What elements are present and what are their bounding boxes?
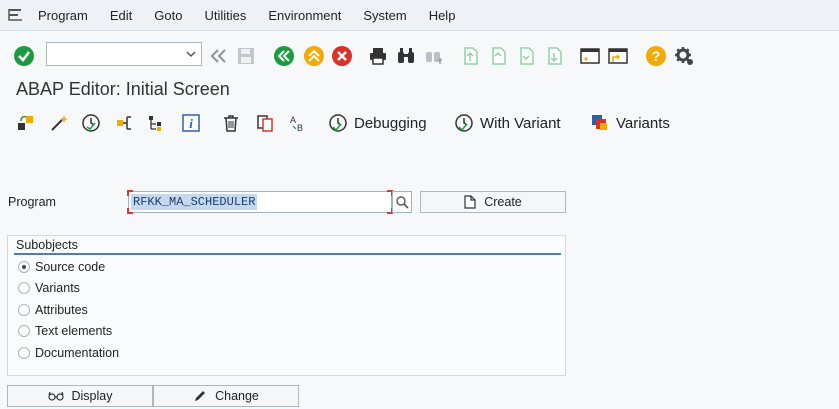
with-variant-button[interactable]: With Variant (454, 112, 561, 134)
settings-gear-icon[interactable] (672, 39, 696, 73)
display-label: Display (71, 389, 113, 403)
debugging-button[interactable]: Debugging (328, 112, 427, 134)
first-page-icon[interactable] (458, 39, 482, 73)
subobjects-title: Subobjects (16, 238, 78, 252)
menu-utilities[interactable]: Utilities (204, 8, 246, 23)
magic-wand-icon[interactable] (48, 112, 70, 134)
new-document-icon (464, 195, 476, 209)
info-icon[interactable]: i (180, 112, 202, 134)
menu-bar: Program Edit Goto Utilities Environment … (0, 0, 839, 31)
find-icon[interactable] (394, 39, 418, 73)
find-next-icon[interactable] (422, 39, 446, 73)
radio-text-elements[interactable]: Text elements (18, 324, 112, 338)
glasses-icon (47, 391, 64, 401)
menu-toggle-icon[interactable] (8, 8, 30, 22)
back-history-icon[interactable] (206, 39, 232, 73)
command-field[interactable] (46, 42, 202, 66)
menu-help[interactable]: Help (429, 8, 456, 23)
variants-icon (592, 115, 607, 130)
search-icon (396, 196, 409, 209)
delete-trash-icon[interactable] (220, 112, 242, 134)
object-list-icon[interactable] (146, 112, 168, 134)
display-button[interactable]: Display (7, 385, 153, 407)
program-input[interactable]: RFKK_MA_SCHEDULER (127, 190, 393, 214)
change-button[interactable]: Change (153, 385, 299, 407)
radio-button[interactable] (18, 261, 30, 273)
focus-corner (127, 190, 133, 196)
radio-button[interactable] (18, 347, 30, 359)
svg-text:B: B (297, 123, 303, 133)
previous-page-icon[interactable] (486, 39, 510, 73)
program-label: Program (8, 195, 56, 209)
menu-environment[interactable]: Environment (268, 8, 341, 23)
print-icon[interactable] (366, 39, 390, 73)
back-icon[interactable] (272, 39, 296, 73)
radio-label: Variants (35, 281, 80, 295)
value-help-button[interactable] (392, 191, 412, 213)
save-icon[interactable] (234, 39, 258, 73)
menu-system[interactable]: System (363, 8, 406, 23)
with-variant-icon (455, 114, 473, 132)
focus-corner (127, 208, 133, 214)
radio-button[interactable] (18, 304, 30, 316)
create-label: Create (484, 195, 522, 209)
copy-icon[interactable] (254, 112, 276, 134)
svg-text:?: ? (652, 48, 661, 64)
radio-button[interactable] (18, 282, 30, 294)
variants-label: Variants (616, 114, 670, 132)
radio-label: Source code (35, 260, 106, 274)
variants-button[interactable]: Variants (590, 112, 670, 134)
pencil-icon (195, 391, 206, 401)
last-page-icon[interactable] (542, 39, 566, 73)
radio-label: Text elements (35, 324, 113, 338)
radio-button[interactable] (18, 325, 30, 337)
group-divider (14, 253, 561, 255)
radio-source-code[interactable]: Source code (18, 260, 105, 274)
other-object-icon[interactable] (15, 112, 37, 134)
next-page-icon[interactable] (514, 39, 538, 73)
cancel-icon[interactable] (330, 39, 354, 73)
help-icon[interactable]: ? (644, 39, 668, 73)
exit-icon[interactable] (302, 39, 326, 73)
command-input[interactable] (47, 43, 177, 65)
subobjects-group: Subobjects Source code Variants Attribut… (7, 235, 566, 376)
with-variant-label: With Variant (480, 114, 561, 132)
radio-documentation[interactable]: Documentation (18, 346, 119, 360)
menu-goto[interactable]: Goto (154, 8, 182, 23)
new-session-icon[interactable] (578, 39, 602, 73)
menu-program[interactable]: Program (38, 8, 88, 23)
svg-text:A: A (290, 115, 296, 125)
radio-variants[interactable]: Variants (18, 281, 80, 295)
create-button[interactable]: Create (420, 191, 566, 213)
debugging-icon (329, 114, 347, 132)
shortcut-icon[interactable] (606, 39, 630, 73)
page-title: ABAP Editor: Initial Screen (16, 79, 230, 99)
check-syntax-icon[interactable] (80, 112, 102, 134)
radio-attributes[interactable]: Attributes (18, 303, 88, 317)
radio-label: Attributes (35, 303, 88, 317)
application-toolbar: i AB Debugging With Variant Variants (0, 108, 839, 140)
change-label: Change (215, 389, 259, 403)
rename-ab-icon[interactable]: AB (286, 112, 308, 134)
enter-icon[interactable] (12, 39, 36, 73)
menu-edit[interactable]: Edit (110, 8, 132, 23)
chevron-down-icon[interactable] (185, 48, 197, 63)
svg-text:i: i (189, 116, 193, 131)
program-value: RFKK_MA_SCHEDULER (131, 194, 258, 210)
where-used-icon[interactable] (114, 112, 136, 134)
radio-label: Documentation (35, 346, 120, 360)
debugging-label: Debugging (354, 114, 427, 132)
